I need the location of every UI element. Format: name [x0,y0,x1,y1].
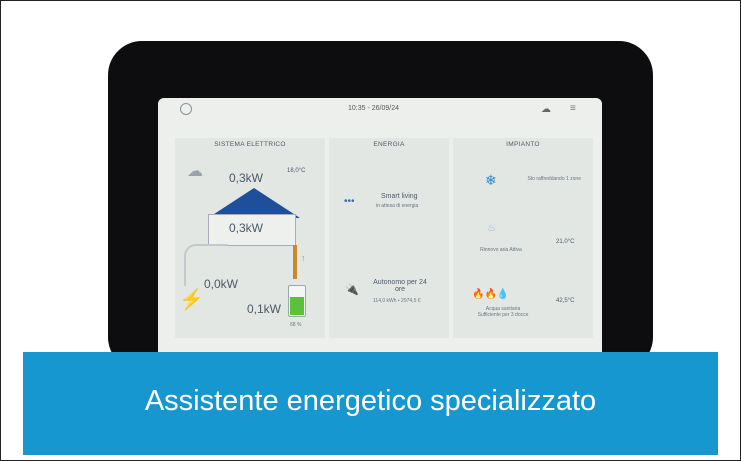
smart-living-title: Smart living [381,193,418,200]
column-title-energia: ENERGIA [373,141,405,148]
water-temperature: 42,5°C [556,298,575,304]
top-bar: 10:35 - 26/09/24 ☁ ≡ [158,98,602,120]
water-drops-icon: 🔥🔥💧 [472,289,510,300]
snowflake-icon: ❄ [485,172,497,188]
column-title-impianto: IMPIANTO [506,141,540,148]
battery-icon [288,285,306,317]
column-title-sistema: SISTEMA ELETTRICO [214,141,286,148]
air-renewal-label: Rinnovo aria Attiva [480,247,522,253]
battery-flow-line [293,245,297,279]
cloud-icon: ☁ [187,163,203,180]
outdoor-temp: 18,0°C [287,168,306,174]
plug-icon: 🔌 [345,284,359,296]
autonomy-title: Autonomo per 24 ore [373,279,427,293]
menu-icon[interactable]: ≡ [570,103,576,114]
battery-level [290,297,304,315]
house-consumption-value: 0,3kW [229,221,264,235]
clock-date: 10:35 - 26/09/24 [348,105,399,112]
solar-power-value: 0,3kW [229,171,264,185]
ellipsis-icon[interactable]: ••• [344,196,355,207]
grid-power-value: 0,0kW [204,277,239,291]
smart-living-subtitle: in attesa di energia [376,203,419,209]
hot-water-label: Acqua sanitaria Sufficiente per 3 docce [477,306,529,318]
flow-arrow-icon: ↑ [301,253,306,263]
air-renewal-icon: ♨ [487,223,496,234]
weather-icon[interactable]: ☁ [541,104,551,115]
image-frame: 10:35 - 26/09/24 ☁ ≡ SISTEMA ELETTRICO E… [0,0,741,461]
caption-text: Assistente energetico specializzato [144,385,597,417]
power-icon[interactable] [180,103,192,115]
column-energia: ENERGIA [329,138,449,338]
cooling-status: Sto raffreddando 1 zone [527,176,581,182]
power-pylon-icon: ⚡ [179,289,204,311]
battery-power-value: 0,1kW [247,302,282,316]
autonomy-subtitle: 114,0 kWh • 2974,5 € [373,298,421,304]
caption-banner: Assistente energetico specializzato [23,352,718,455]
battery-percent: 68 % [290,322,302,328]
air-temperature: 21,0°C [556,239,575,245]
